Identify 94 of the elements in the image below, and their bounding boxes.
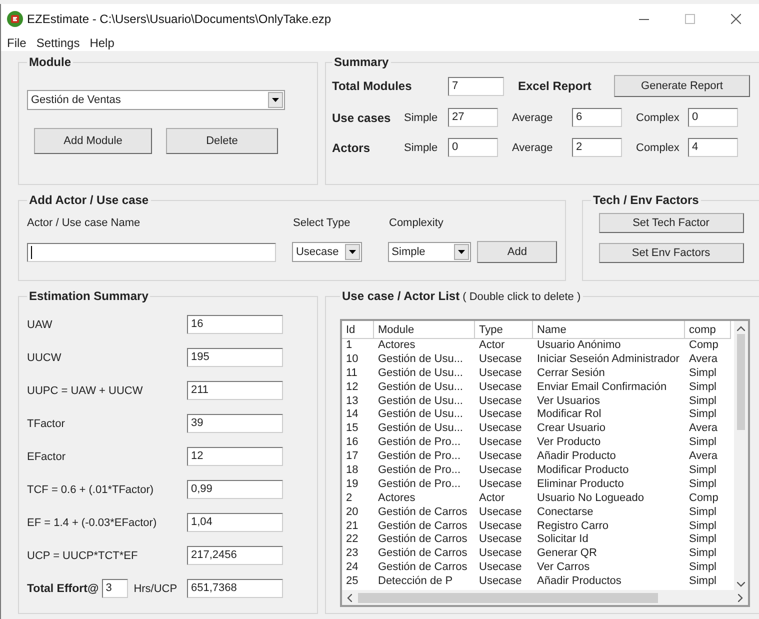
menu-item[interactable]: File	[7, 36, 26, 50]
list-row[interactable]: 12 Gestión de Usu... Usecase Enviar Email Confirmación Simpl	[342, 380, 734, 395]
group-title: Estimation Summary	[28, 289, 150, 303]
list-row[interactable]: 24 Gestión de Carros Usecase Ver Carros Simpl	[342, 561, 734, 576]
column-header[interactable]: comp	[685, 321, 731, 339]
count-field[interactable]: 6	[572, 108, 622, 127]
count-field[interactable]: 0	[448, 138, 498, 157]
field-label: Complex	[636, 112, 680, 124]
name-input-field[interactable]	[27, 242, 276, 262]
group-title: Tech / Env Factors	[592, 193, 700, 207]
field-label: Complex	[636, 142, 680, 154]
vertical-scrollbar[interactable]	[734, 321, 748, 590]
field-label: TCF = 0.6 + (.01*TFactor)	[27, 484, 155, 496]
group-title: Module	[28, 55, 72, 69]
module-button[interactable]: Delete	[166, 128, 278, 154]
list-row[interactable]: 19 Gestión de Pro... Usecase Eliminar Producto Simpl	[342, 478, 734, 492]
hint-text: ( Double click to delete )	[462, 291, 581, 303]
list-row[interactable]: 22 Gestión de Carros Usecase Solicitar Id Simpl	[342, 533, 734, 548]
maximize-icon	[685, 14, 695, 24]
caret-icon	[348, 250, 356, 254]
field-label: EFactor	[27, 450, 67, 462]
value-field[interactable]: 217,2456	[187, 546, 283, 565]
field-label: Average	[512, 112, 554, 124]
summary-label: Excel Report	[518, 79, 592, 93]
field-label: Total Effort@	[27, 582, 99, 594]
list-row[interactable]: 21 Gestión de Carros Usecase Registro Carro Simpl	[342, 520, 734, 534]
value-field[interactable]: 0,99	[187, 480, 283, 499]
field-label: Hrs/UCP	[134, 582, 178, 594]
value-field[interactable]: 12	[187, 447, 283, 466]
factor-button[interactable]: Set Tech Factor	[598, 213, 744, 233]
field-label: EF = 1.4 + (-0.03*EFactor)	[27, 516, 158, 528]
scroll-thumb[interactable]	[737, 334, 745, 430]
column-header[interactable]: Type	[475, 321, 533, 339]
group-title: Summary	[333, 55, 390, 69]
list-row[interactable]: 17 Gestión de Pro... Usecase Añadir Producto Avera	[342, 450, 734, 464]
factor-button[interactable]: Set Env Factors	[598, 243, 744, 263]
group-title: Add Actor / Use case	[28, 193, 150, 207]
add-button[interactable]: Add	[477, 241, 557, 263]
field-label: UUPC = UAW + UUCW	[27, 384, 144, 396]
field-label: Simple	[404, 112, 439, 124]
value-field[interactable]: 39	[187, 414, 283, 433]
app-icon	[7, 11, 23, 27]
field-label: UAW	[27, 318, 54, 330]
total-modules-field[interactable]: 7	[448, 76, 504, 96]
list-row[interactable]: 23 Gestión de Carros Usecase Generar QR Simpl	[342, 547, 734, 562]
summary-label: Total Modules	[332, 79, 413, 93]
field-label: TFactor	[27, 418, 66, 430]
field-label: Simple	[404, 142, 439, 154]
value-field[interactable]: 16	[187, 315, 283, 334]
window-title: EZEstimate - C:\Users\Usuario\Documents\OnlyTake.ezp	[27, 12, 332, 26]
complexity-dropdown[interactable]: Simple	[388, 242, 472, 262]
scroll-thumb[interactable]	[358, 592, 658, 602]
field-label: Average	[512, 142, 554, 154]
list-row[interactable]: 16 Gestión de Pro... Usecase Ver Producto Simpl	[342, 436, 734, 450]
count-field[interactable]: 0	[688, 108, 738, 127]
type-dropdown[interactable]: Usecase	[292, 242, 362, 262]
field-label: Actor / Use case Name	[27, 217, 142, 229]
menu-item[interactable]: Settings	[36, 36, 80, 50]
list-row[interactable]: 15 Gestión de Usu... Usecase Crear Usuario Avera	[342, 422, 734, 436]
field-label: UCP = UUCP*TCT*EF	[27, 550, 139, 562]
caret-icon	[272, 98, 279, 102]
summary-label: Use cases	[332, 110, 392, 124]
generate-report-button[interactable]: Generate Report	[614, 75, 750, 97]
column-header[interactable]: Id	[342, 321, 374, 339]
list-row[interactable]: 25 Detección de P Usecase Añadir Productos Simpl	[342, 575, 734, 590]
count-field[interactable]: 4	[688, 138, 738, 157]
column-header[interactable]: Name	[533, 321, 685, 339]
list-row[interactable]: 13 Gestión de Usu... Usecase Ver Usuarios Simpl	[342, 394, 734, 408]
list-row[interactable]: 11 Gestión de Usu... Usecase Cerrar Sesión Simpl	[342, 366, 734, 381]
list-row[interactable]: 20 Gestión de Carros Usecase Conectarse Simpl	[342, 506, 734, 520]
column-header[interactable]: Module	[374, 321, 475, 339]
caret-icon	[458, 250, 466, 254]
summary-label: Actors	[332, 140, 372, 154]
list-row[interactable]: 1 Actores Actor Usuario Anónimo Comp	[342, 339, 734, 353]
list-row[interactable]: 2 Actores Actor Usuario No Logueado Comp	[342, 492, 734, 506]
field-label: UUCW	[27, 352, 62, 364]
hours-field[interactable]: 3	[102, 579, 128, 598]
count-field[interactable]: 27	[448, 108, 498, 127]
horizontal-scrollbar[interactable]	[342, 590, 748, 605]
field-label: Complexity	[389, 217, 444, 229]
group-title: Use case / Actor List	[342, 289, 460, 303]
value-field[interactable]: 195	[187, 348, 283, 367]
field-label: Select Type	[293, 217, 352, 229]
list-row[interactable]: 10 Gestión de Usu... Usecase Iniciar Seseión Administrador Avera	[342, 352, 734, 367]
module-button[interactable]: Add Module	[34, 128, 152, 154]
value-field[interactable]: 1,04	[187, 513, 283, 532]
menu-item[interactable]: Help	[90, 36, 114, 50]
list-row[interactable]: 18 Gestión de Pro... Usecase Modificar Producto Simpl	[342, 464, 734, 478]
count-field[interactable]: 2	[572, 138, 622, 157]
module-dropdown[interactable]: Gestión de Ventas	[27, 90, 285, 110]
value-field[interactable]: 651,7368	[187, 579, 283, 598]
value-field[interactable]: 211	[187, 381, 283, 400]
close-icon	[731, 14, 741, 24]
list-row[interactable]: 14 Gestión de Usu... Usecase Modificar Rol Simpl	[342, 408, 734, 422]
